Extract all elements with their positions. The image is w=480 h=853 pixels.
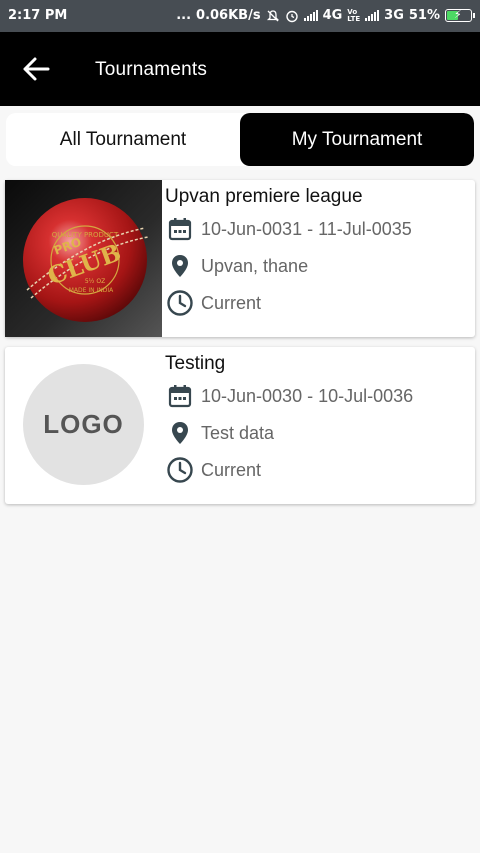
location-pin-icon bbox=[165, 251, 195, 281]
status-time: 2:17 PM bbox=[8, 8, 68, 23]
status-dots: ... bbox=[176, 8, 192, 23]
signal-icon bbox=[365, 10, 380, 21]
tournament-location-row: Upvan, thane bbox=[165, 251, 308, 281]
calendar-icon bbox=[165, 381, 195, 411]
tournament-status-row: Current bbox=[165, 288, 261, 318]
tournament-status: Current bbox=[201, 292, 262, 313]
tournament-tabs: All Tournament My Tournament bbox=[6, 113, 474, 166]
tournament-image: QUALITY PRODUCT PRO CLUB 5½ OZ MADE IN I… bbox=[5, 180, 162, 337]
ball-ring-top-text: QUALITY PRODUCT bbox=[52, 231, 119, 239]
tournament-dates: 10-Jun-0031 - 11-Jul-0035 bbox=[201, 218, 412, 239]
tournament-status-row: Current bbox=[165, 455, 261, 485]
arrow-left-icon[interactable] bbox=[22, 56, 50, 82]
tournament-name: Upvan premiere league bbox=[165, 186, 363, 207]
tournament-image: LOGO bbox=[5, 347, 162, 504]
tournament-dates-row: 10-Jun-0030 - 10-Jul-0036 bbox=[165, 381, 413, 411]
ball-ring-bottom-text: MADE IN INDIA bbox=[69, 287, 114, 294]
page-title: Tournaments bbox=[95, 59, 208, 80]
alarm-icon bbox=[285, 10, 298, 22]
ball-weight-text: 5½ OZ bbox=[85, 278, 105, 285]
volte-bottom: LTE bbox=[347, 14, 361, 23]
clock-icon bbox=[165, 288, 195, 318]
tournament-card[interactable]: QUALITY PRODUCT PRO CLUB 5½ OZ MADE IN I… bbox=[5, 180, 475, 337]
network-type-1: 4G bbox=[322, 8, 343, 23]
app-bar: Tournaments bbox=[0, 32, 480, 106]
calendar-icon bbox=[165, 214, 195, 244]
tab-my-tournament[interactable]: My Tournament bbox=[240, 113, 474, 166]
logo-placeholder: LOGO bbox=[23, 364, 144, 485]
signal-icon bbox=[303, 10, 318, 21]
battery-percent: 51% bbox=[408, 8, 440, 23]
tournament-location: Test data bbox=[201, 422, 275, 443]
tournament-card[interactable]: LOGO Testing 10-Jun-0030 - 10-Jul-0036 T… bbox=[5, 347, 475, 504]
tournament-dates-row: 10-Jun-0031 - 11-Jul-0035 bbox=[165, 214, 412, 244]
network-type-2: 3G bbox=[384, 8, 404, 23]
location-pin-icon bbox=[165, 418, 195, 448]
tournament-name: Testing bbox=[165, 353, 226, 374]
status-icons: ... 0.06KB/s 4G Vo LTE 3G 51% ⚡ bbox=[176, 8, 475, 23]
tournament-location-row: Test data bbox=[165, 418, 274, 448]
tournament-status: Current bbox=[201, 459, 262, 480]
network-speed: 0.06KB/s bbox=[196, 8, 261, 23]
charging-bolt-icon: ⚡ bbox=[454, 8, 462, 21]
mute-icon bbox=[266, 9, 279, 21]
status-bar: 2:17 PM ... 0.06KB/s 4G Vo LTE 3G 51% ⚡ bbox=[0, 0, 480, 32]
tab-all-tournament[interactable]: All Tournament bbox=[6, 113, 240, 166]
tournament-dates: 10-Jun-0030 - 10-Jul-0036 bbox=[201, 385, 414, 406]
tournament-location: Upvan, thane bbox=[201, 255, 309, 276]
volte-indicator: Vo LTE bbox=[347, 8, 361, 23]
clock-icon bbox=[165, 455, 195, 485]
battery-charging-icon: ⚡ bbox=[445, 8, 475, 22]
cricket-ball-image: QUALITY PRODUCT PRO CLUB 5½ OZ MADE IN I… bbox=[23, 198, 149, 322]
